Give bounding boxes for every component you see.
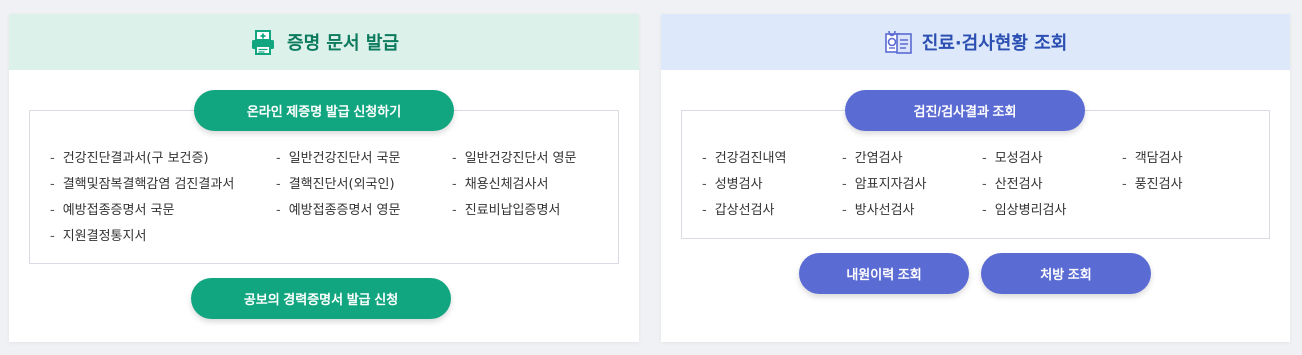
list-item[interactable]: 모성검사 [982, 147, 1043, 166]
medical-record-icon [884, 28, 912, 56]
list-item[interactable]: 산전검사 [982, 173, 1043, 192]
inquiry-header: 진료·검사현황 조회 [661, 14, 1290, 70]
list-item[interactable]: 갑상선검사 [702, 199, 775, 218]
list-item[interactable]: 일반건강진단서 영문 [452, 147, 577, 166]
list-item[interactable]: 풍진검사 [1122, 173, 1183, 192]
list-item[interactable]: 결핵및잠복결핵감염 검진결과서 [50, 173, 235, 192]
list-item[interactable]: 채용신체검사서 [452, 173, 549, 192]
list-item[interactable]: 건강진단결과서(구 보건증) [50, 147, 209, 166]
list-item[interactable]: 성병검사 [702, 173, 763, 192]
list-item[interactable]: 예방접종증명서 국문 [50, 199, 175, 218]
list-item[interactable]: 지원결정통지서 [50, 225, 147, 244]
list-item[interactable]: 결핵진단서(외국인) [276, 173, 395, 192]
list-item[interactable]: 방사선검사 [842, 199, 915, 218]
printer-icon [249, 28, 277, 56]
document-list-box: 건강진단결과서(구 보건증) 일반건강진단서 국문 일반건강진단서 영문 결핵및… [29, 110, 619, 264]
list-item[interactable]: 건강검진내역 [702, 147, 787, 166]
certificate-panel: 증명 문서 발급 건강진단결과서(구 보건증) 일반건강진단서 국문 일반건강진… [9, 14, 639, 342]
list-item[interactable]: 객담검사 [1122, 147, 1183, 166]
prescription-inquiry-button[interactable]: 처방 조회 [981, 253, 1151, 294]
inquiry-panel: 진료·검사현황 조회 건강검진내역 간염검사 모성검사 객담검사 성병검사 암표… [661, 14, 1290, 342]
certificate-title: 증명 문서 발급 [287, 33, 399, 54]
list-item[interactable]: 예방접종증명서 영문 [276, 199, 401, 218]
list-item[interactable]: 진료비납입증명서 [452, 199, 561, 218]
exam-results-inquiry-button[interactable]: 검진/검사결과 조회 [845, 90, 1085, 131]
certificate-header: 증명 문서 발급 [9, 14, 639, 70]
visit-history-button[interactable]: 내원이력 조회 [799, 253, 969, 294]
inquiry-title: 진료·검사현황 조회 [921, 33, 1068, 54]
career-certificate-apply-button[interactable]: 공보의 경력증명서 발급 신청 [191, 278, 451, 319]
list-item[interactable]: 임상병리검사 [982, 199, 1067, 218]
online-certificate-apply-button[interactable]: 온라인 제증명 발급 신청하기 [194, 90, 454, 131]
list-item[interactable]: 암표지자검사 [842, 173, 927, 192]
list-item[interactable]: 간염검사 [842, 147, 903, 166]
list-item[interactable]: 일반건강진단서 국문 [276, 147, 401, 166]
